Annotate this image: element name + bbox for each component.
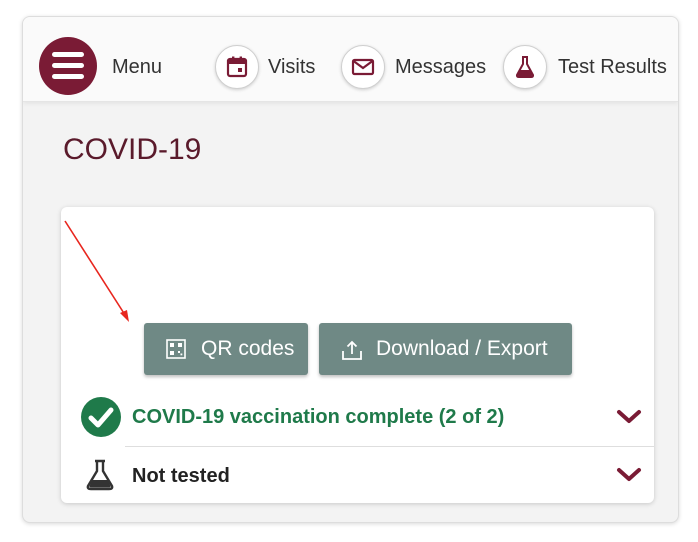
menu-label[interactable]: Menu — [112, 55, 162, 79]
chevron-down-icon[interactable] — [616, 409, 642, 425]
check-circle-icon — [81, 397, 121, 437]
chevron-down-icon[interactable] — [616, 467, 642, 483]
download-export-label: Download / Export — [376, 337, 548, 360]
nav-item-test-results[interactable]: Test Results — [558, 55, 667, 79]
hamburger-menu-icon[interactable] — [39, 37, 97, 95]
nav-item-visits[interactable]: Visits — [268, 55, 315, 79]
test-status-text: Not tested — [132, 465, 230, 487]
qr-code-icon — [166, 339, 186, 359]
envelope-icon[interactable] — [341, 45, 385, 89]
vaccination-status-text: COVID-19 vaccination complete (2 of 2) — [132, 406, 505, 428]
flask-icon[interactable] — [503, 45, 547, 89]
qr-codes-button[interactable]: QR codes — [144, 323, 308, 375]
download-export-button[interactable]: Download / Export — [319, 323, 572, 375]
vaccination-status-row[interactable]: COVID-19 vaccination complete (2 of 2) — [61, 387, 654, 445]
upload-icon — [342, 340, 362, 360]
qr-codes-label: QR codes — [201, 337, 295, 360]
covid-card: QR codes Download / Export COVID-19 vacc… — [61, 207, 654, 503]
nav-item-messages[interactable]: Messages — [395, 55, 486, 79]
test-status-row[interactable]: Not tested — [61, 447, 654, 503]
flask-icon — [86, 459, 114, 491]
app-frame: Menu Visits Messages Test Results COVID-… — [22, 16, 679, 523]
calendar-icon[interactable] — [215, 45, 259, 89]
page-title: COVID-19 — [63, 133, 202, 166]
top-navigation-bar: Menu Visits Messages Test Results — [23, 17, 678, 102]
